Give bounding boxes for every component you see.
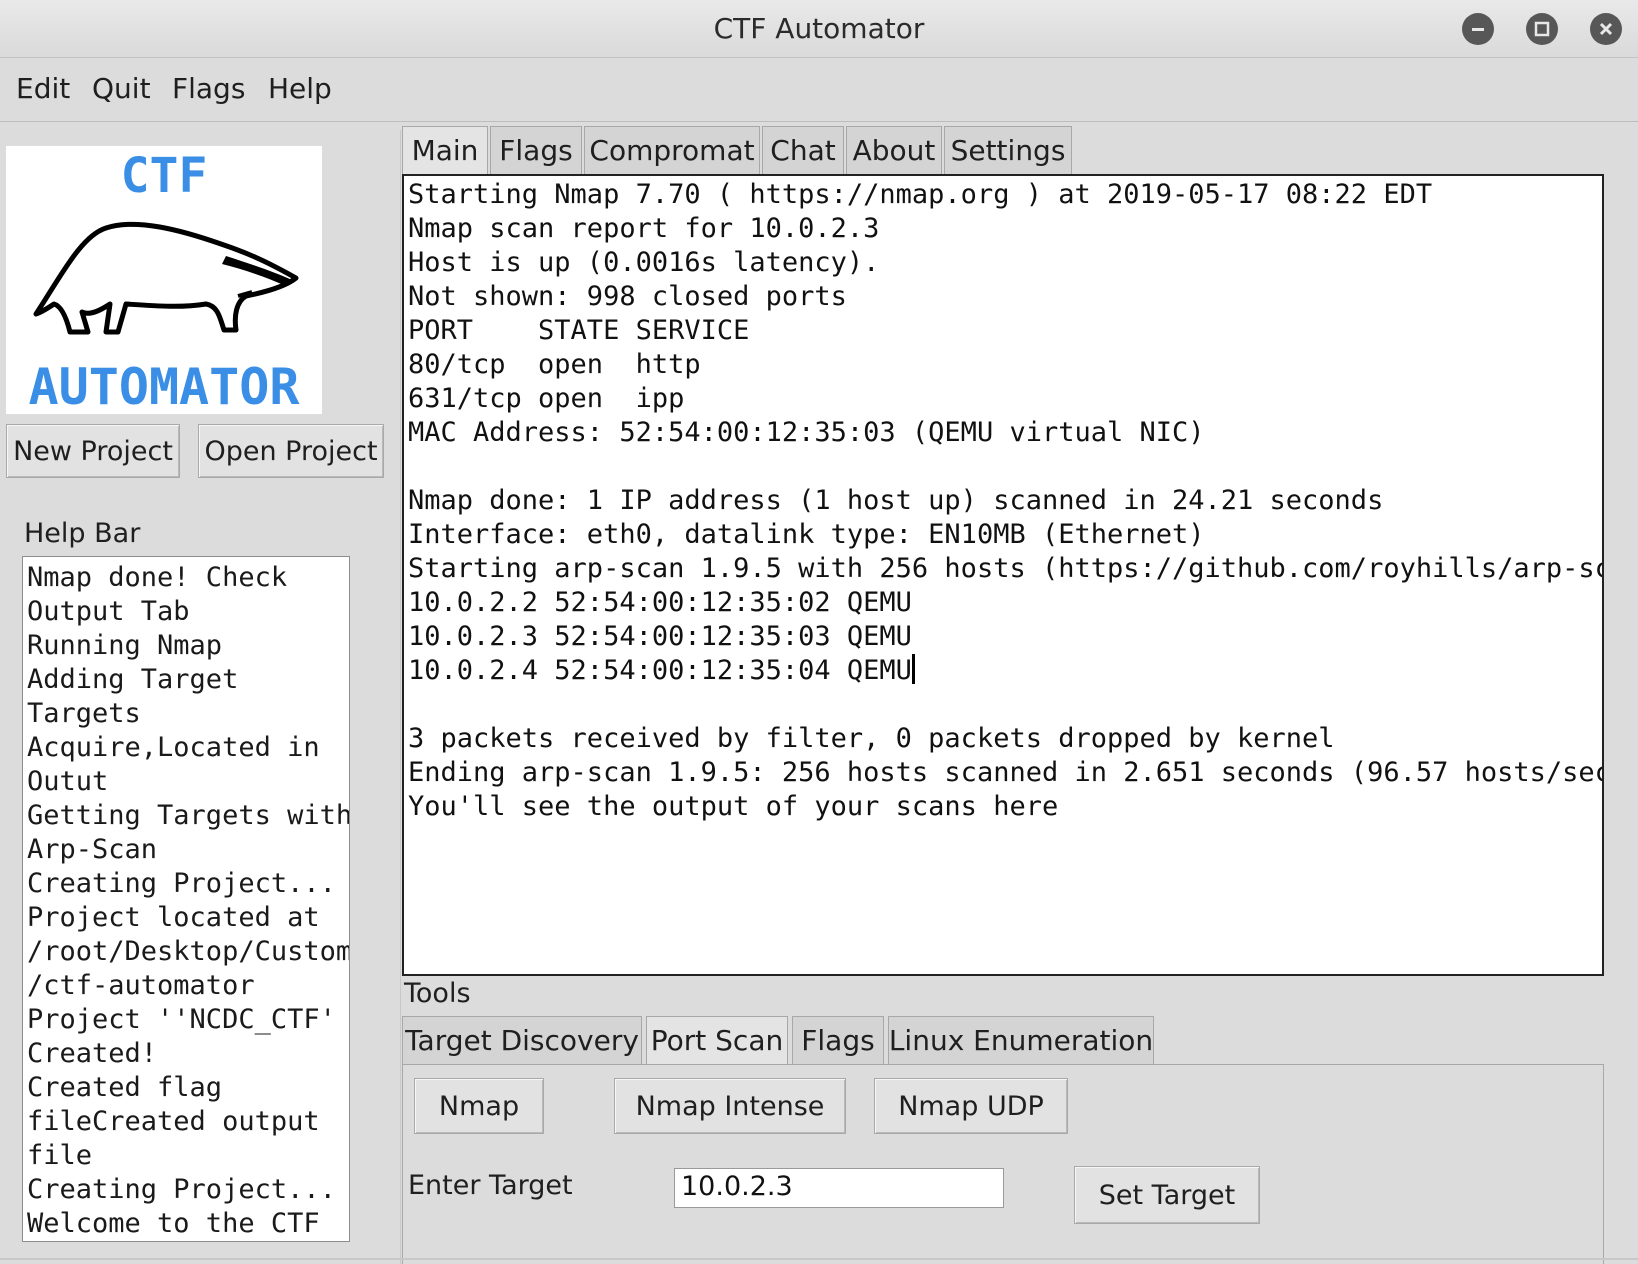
tab-compromat[interactable]: Compromat xyxy=(584,126,760,174)
output-line: MAC Address: 52:54:00:12:35:03 (QEMU vir… xyxy=(408,417,1205,448)
helpbar-line: Welcome to the CTF xyxy=(27,1208,320,1239)
helpbar-line: Creating Project... xyxy=(27,1174,336,1205)
text-cursor xyxy=(911,654,915,684)
menu-quit[interactable]: Quit xyxy=(92,72,151,105)
helpbar-line: Getting Targets with xyxy=(27,800,350,831)
helpbar-line: Acquire,Located in xyxy=(27,732,320,763)
logo-top-text: CTF xyxy=(121,148,208,204)
nmap-button[interactable]: Nmap xyxy=(414,1078,544,1134)
menu-bar: Edit Quit Flags Help xyxy=(0,58,1638,122)
maximize-button[interactable] xyxy=(1526,13,1558,45)
minimize-button[interactable] xyxy=(1462,13,1494,45)
output-line: 10.0.2.2 52:54:00:12:35:02 QEMU xyxy=(408,587,912,618)
helpbar-line: Output Tab xyxy=(27,596,190,627)
helpbar-line: Running Nmap xyxy=(27,630,223,661)
minimize-icon xyxy=(1472,28,1484,31)
helpbar-line: Created! xyxy=(27,1038,158,1069)
output-line: 10.0.2.4 52:54:00:12:35:04 QEMU xyxy=(408,655,912,686)
tab-about[interactable]: About xyxy=(846,126,942,174)
tab-linux-enumeration[interactable]: Linux Enumeration xyxy=(888,1016,1154,1064)
enter-target-label: Enter Target xyxy=(408,1170,573,1201)
column-divider xyxy=(400,130,401,1264)
menu-flags[interactable]: Flags xyxy=(172,72,245,105)
output-line: 10.0.2.3 52:54:00:12:35:03 QEMU xyxy=(408,621,912,652)
output-line: Host is up (0.0016s latency). xyxy=(408,247,880,278)
close-button[interactable] xyxy=(1590,13,1622,45)
helpbar-line: /root/Desktop/Custom xyxy=(27,936,350,967)
tab-flags[interactable]: Flags xyxy=(490,126,582,174)
window-title: CTF Automator xyxy=(713,12,925,45)
tab-tools-flags[interactable]: Flags xyxy=(792,1016,884,1064)
output-line: Starting arp-scan 1.9.5 with 256 hosts (… xyxy=(408,553,1604,584)
open-project-button[interactable]: Open Project xyxy=(198,424,384,478)
tab-main[interactable]: Main xyxy=(402,126,488,174)
tab-chat[interactable]: Chat xyxy=(762,126,844,174)
menu-edit[interactable]: Edit xyxy=(16,72,70,105)
output-line: Interface: eth0, datalink type: EN10MB (… xyxy=(408,519,1205,550)
helpbar-line: file xyxy=(27,1140,93,1171)
tab-port-scan[interactable]: Port Scan xyxy=(646,1016,788,1064)
output-line: Not shown: 998 closed ports xyxy=(408,281,847,312)
helpbar-line: Arp-Scan xyxy=(27,834,158,865)
helpbar-line: fileCreated output xyxy=(27,1106,320,1137)
output-line-with-cursor: 10.0.2.4 52:54:00:12:35:04 QEMU xyxy=(408,654,1602,688)
output-line: You'll see the output of your scans here xyxy=(408,791,1059,822)
output-line: 80/tcp open http xyxy=(408,349,701,380)
ctf-automator-logo: CTF AUTOMATOR xyxy=(6,146,322,416)
window-bottom-border xyxy=(0,1258,1638,1260)
output-line: Nmap done: 1 IP address (1 host up) scan… xyxy=(408,485,1384,516)
output-line: 631/tcp open ipp xyxy=(408,383,685,414)
helpbar-line: Nmap done! Check xyxy=(27,562,288,593)
helpbar-line: Outut xyxy=(27,766,109,797)
helpbar-label: Help Bar xyxy=(24,518,141,549)
helpbar-line: Targets xyxy=(27,698,141,729)
output-line: Ending arp-scan 1.9.5: 256 hosts scanned… xyxy=(408,757,1604,788)
scan-output-text[interactable]: Starting Nmap 7.70 ( https://nmap.org ) … xyxy=(402,174,1604,976)
tab-settings[interactable]: Settings xyxy=(944,126,1072,174)
nmap-udp-button[interactable]: Nmap UDP xyxy=(874,1078,1068,1134)
menu-help[interactable]: Help xyxy=(268,72,332,105)
helpbar-line: Adding Target xyxy=(27,664,239,695)
badger-logo-icon: CTF AUTOMATOR xyxy=(29,148,301,416)
set-target-button[interactable]: Set Target xyxy=(1074,1166,1260,1224)
helpbar-line: Creating Project... xyxy=(27,868,336,899)
nmap-intense-button[interactable]: Nmap Intense xyxy=(614,1078,846,1134)
helpbar-line: Created flag xyxy=(27,1072,223,1103)
close-icon xyxy=(1599,22,1613,36)
title-bar: CTF Automator xyxy=(0,0,1638,58)
tools-label: Tools xyxy=(404,978,471,1009)
output-line: Starting Nmap 7.70 ( https://nmap.org ) … xyxy=(408,179,1433,210)
output-line: Nmap scan report for 10.0.2.3 xyxy=(408,213,880,244)
helpbar-line: Project ''NCDC_CTF' xyxy=(27,1004,336,1035)
maximize-icon xyxy=(1534,21,1550,37)
new-project-button[interactable]: New Project xyxy=(6,424,180,478)
tab-target-discovery[interactable]: Target Discovery xyxy=(402,1016,642,1064)
target-input[interactable]: 10.0.2.3 xyxy=(674,1168,1004,1208)
helpbar-line: Project located at xyxy=(27,902,320,933)
logo-bottom-text: AUTOMATOR xyxy=(29,358,301,414)
output-line: PORT STATE SERVICE xyxy=(408,315,750,346)
helpbar-text[interactable]: Nmap done! Check Output Tab Running Nmap… xyxy=(22,556,350,1242)
helpbar-line: /ctf-automator xyxy=(27,970,255,1001)
output-line: 3 packets received by filter, 0 packets … xyxy=(408,723,1335,754)
